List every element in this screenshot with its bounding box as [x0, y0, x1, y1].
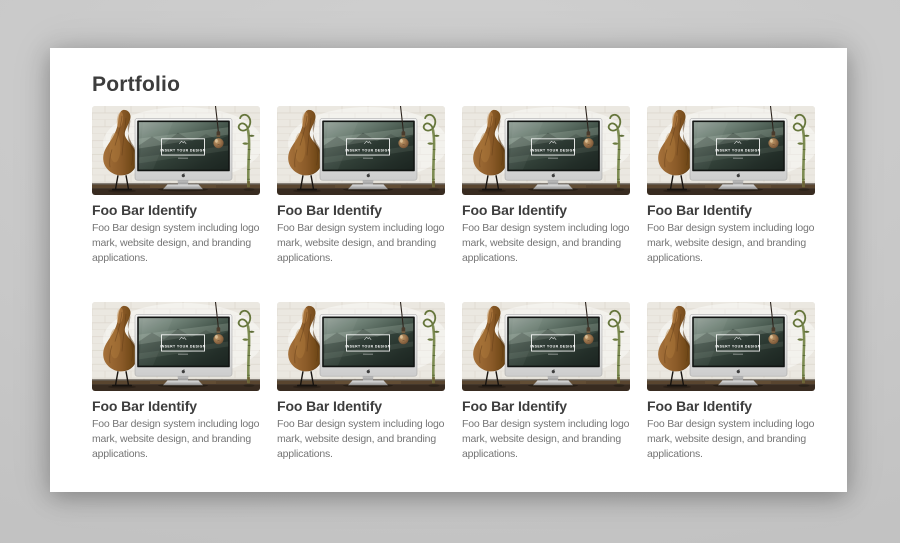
- portfolio-item-description: Foo Bar design system including logo mar…: [462, 221, 630, 266]
- portfolio-item-title: Foo Bar Identify: [462, 202, 630, 218]
- page-title: Portfolio: [92, 73, 815, 97]
- imac-desk-mockup-image: [92, 302, 260, 391]
- portfolio-item-description: Foo Bar design system including logo mar…: [92, 417, 260, 462]
- imac-desk-mockup-image: [277, 302, 445, 391]
- portfolio-item-description: Foo Bar design system including logo mar…: [462, 417, 630, 462]
- content-sheet: Portfolio Foo Bar Identify Foo Bar desig…: [50, 48, 847, 492]
- imac-desk-mockup-image: [92, 106, 260, 195]
- portfolio-item-title: Foo Bar Identify: [92, 398, 260, 414]
- portfolio-item-description: Foo Bar design system including logo mar…: [92, 221, 260, 266]
- portfolio-item-description: Foo Bar design system including logo mar…: [647, 417, 815, 462]
- portfolio-item-description: Foo Bar design system including logo mar…: [647, 221, 815, 266]
- portfolio-thumbnail: [277, 106, 445, 195]
- imac-desk-mockup-image: [647, 106, 815, 195]
- portfolio-card[interactable]: Foo Bar Identify Foo Bar design system i…: [462, 106, 630, 266]
- portfolio-item-description: Foo Bar design system including logo mar…: [277, 417, 445, 462]
- portfolio-thumbnail: [647, 106, 815, 195]
- portfolio-card[interactable]: Foo Bar Identify Foo Bar design system i…: [277, 302, 445, 462]
- portfolio-item-title: Foo Bar Identify: [277, 398, 445, 414]
- portfolio-item-description: Foo Bar design system including logo mar…: [277, 221, 445, 266]
- portfolio-thumbnail: [92, 302, 260, 391]
- portfolio-card[interactable]: Foo Bar Identify Foo Bar design system i…: [462, 302, 630, 462]
- portfolio-item-title: Foo Bar Identify: [277, 202, 445, 218]
- imac-desk-mockup-image: [462, 106, 630, 195]
- portfolio-card[interactable]: Foo Bar Identify Foo Bar design system i…: [647, 302, 815, 462]
- portfolio-card[interactable]: Foo Bar Identify Foo Bar design system i…: [92, 106, 260, 266]
- portfolio-thumbnail: [462, 302, 630, 391]
- imac-desk-mockup-image: [277, 106, 445, 195]
- portfolio-item-title: Foo Bar Identify: [647, 398, 815, 414]
- portfolio-item-title: Foo Bar Identify: [462, 398, 630, 414]
- portfolio-card[interactable]: Foo Bar Identify Foo Bar design system i…: [647, 106, 815, 266]
- portfolio-thumbnail: [462, 106, 630, 195]
- portfolio-thumbnail: [647, 302, 815, 391]
- portfolio-thumbnail: [92, 106, 260, 195]
- imac-desk-mockup-image: [462, 302, 630, 391]
- portfolio-item-title: Foo Bar Identify: [647, 202, 815, 218]
- portfolio-thumbnail: [277, 302, 445, 391]
- imac-desk-mockup-image: [647, 302, 815, 391]
- portfolio-grid: Foo Bar Identify Foo Bar design system i…: [92, 106, 815, 462]
- portfolio-card[interactable]: Foo Bar Identify Foo Bar design system i…: [277, 106, 445, 266]
- portfolio-card[interactable]: Foo Bar Identify Foo Bar design system i…: [92, 302, 260, 462]
- portfolio-item-title: Foo Bar Identify: [92, 202, 260, 218]
